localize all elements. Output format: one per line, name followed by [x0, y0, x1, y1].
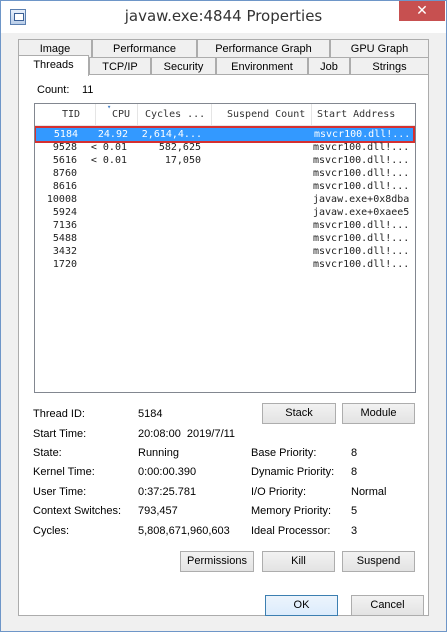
title-bar[interactable]: javaw.exe:4844 Properties ✕ — [1, 1, 446, 33]
tab-threads[interactable]: Threads — [18, 55, 89, 76]
cell-tid: 8760 — [52, 168, 77, 179]
cell-cpu: 24.92 — [97, 129, 128, 140]
thread-row[interactable]: 8616 msvcr100.dll!... — [35, 180, 415, 193]
cell-tid: 1720 — [52, 259, 77, 270]
tab-performance-graph[interactable]: Performance Graph — [197, 39, 330, 59]
cell-tid: 5616 — [52, 155, 77, 166]
column-divider[interactable] — [95, 104, 96, 126]
user-time-label: User Time: — [33, 486, 87, 498]
tab-performance[interactable]: Performance — [92, 39, 197, 59]
cell-tid: 5924 — [52, 207, 77, 218]
column-divider[interactable] — [211, 104, 212, 126]
threads-panel: Count: 11 TID ▾ CPU Cycles ... Suspend C… — [18, 74, 429, 616]
base-priority-label: Base Priority: — [251, 447, 317, 459]
properties-window: javaw.exe:4844 Properties ✕ Image Perfor… — [0, 0, 447, 632]
column-tid[interactable]: TID — [62, 109, 80, 120]
cycles-value: 5,808,671,960,603 — [138, 525, 230, 537]
threads-list[interactable]: TID ▾ CPU Cycles ... Suspend Count Start… — [34, 103, 416, 393]
kernel-time-value: 0:00:00.390 — [138, 466, 197, 478]
cell-start-address: msvcr100.dll!... — [313, 220, 410, 231]
thread-count-label: Count: — [37, 84, 70, 96]
dialog-body: Image Performance Performance Graph GPU … — [1, 33, 446, 631]
thread-row[interactable]: 7136 msvcr100.dll!... — [35, 219, 415, 232]
kernel-time-label: Kernel Time: — [33, 466, 95, 478]
thread-row[interactable]: 5488 msvcr100.dll!... — [35, 232, 415, 245]
column-cpu[interactable]: CPU — [112, 109, 130, 120]
cell-cycles: 2,614,4... — [141, 129, 202, 140]
cell-cpu: < 0.01 — [90, 155, 127, 166]
tab-gpu-graph[interactable]: GPU Graph — [330, 39, 429, 59]
ideal-processor-label: Ideal Processor: — [251, 525, 331, 537]
cell-cycles: 582,625 — [158, 142, 201, 153]
cycles-label: Cycles: — [33, 525, 70, 537]
ideal-processor-value: 3 — [351, 525, 358, 537]
sort-descending-icon: ▾ — [107, 103, 112, 111]
start-time-value: 20:08:00 2019/7/11 — [138, 428, 236, 440]
cell-start-address: msvcr100.dll!... — [313, 246, 410, 257]
cell-tid: 5184 — [53, 129, 78, 140]
thread-row[interactable]: 1720 msvcr100.dll!... — [35, 258, 415, 271]
memory-priority-label: Memory Priority: — [251, 505, 332, 517]
thread-count-value: 11 — [82, 84, 94, 96]
suspend-button[interactable]: Suspend — [342, 551, 415, 572]
cell-tid: 9528 — [52, 142, 77, 153]
cell-start-address: javaw.exe+0xaee5 — [313, 207, 410, 218]
cell-start-address: javaw.exe+0x8dba — [313, 194, 410, 205]
thread-row[interactable]: 5616 < 0.01 17,050 msvcr100.dll!... — [35, 154, 415, 167]
cell-tid: 5488 — [52, 233, 77, 244]
thread-row[interactable]: 10008 javaw.exe+0x8dba — [35, 193, 415, 206]
column-suspend-count[interactable]: Suspend Count — [227, 109, 305, 120]
column-divider[interactable] — [311, 104, 312, 126]
cell-start-address: msvcr100.dll!... — [313, 181, 410, 192]
start-time-label: Start Time: — [33, 428, 87, 440]
context-switches-value: 793,457 — [138, 505, 178, 517]
state-label: State: — [33, 447, 62, 459]
thread-row[interactable]: 5184 24.92 2,614,4... msvcr100.dll!... — [35, 126, 415, 143]
cell-start-address: msvcr100.dll!... — [313, 168, 410, 179]
column-divider[interactable] — [137, 104, 138, 126]
cell-tid: 7136 — [52, 220, 77, 231]
io-priority-value: Normal — [351, 486, 387, 498]
thread-row[interactable]: 9528 < 0.01 582,625 msvcr100.dll!... — [35, 141, 415, 154]
cell-tid: 8616 — [52, 181, 77, 192]
cell-cpu: < 0.01 — [90, 142, 127, 153]
cell-tid: 3432 — [52, 246, 77, 257]
ok-button[interactable]: OK — [265, 595, 338, 616]
memory-priority-value: 5 — [351, 505, 358, 517]
thread-row[interactable]: 5924 javaw.exe+0xaee5 — [35, 206, 415, 219]
cancel-button[interactable]: Cancel — [351, 595, 424, 616]
cell-cycles: 17,050 — [164, 155, 201, 166]
base-priority-value: 8 — [351, 447, 358, 459]
cell-start-address: msvcr100.dll!... — [313, 155, 410, 166]
threads-list-header: TID ▾ CPU Cycles ... Suspend Count Start… — [35, 104, 415, 126]
column-start-address[interactable]: Start Address — [317, 109, 395, 120]
io-priority-label: I/O Priority: — [251, 486, 307, 498]
dynamic-priority-value: 8 — [351, 466, 358, 478]
thread-row[interactable]: 8760 msvcr100.dll!... — [35, 167, 415, 180]
thread-id-label: Thread ID: — [33, 408, 85, 420]
thread-row[interactable]: 3432 msvcr100.dll!... — [35, 245, 415, 258]
state-value: Running — [138, 447, 179, 459]
permissions-button[interactable]: Permissions — [180, 551, 254, 572]
column-cycles[interactable]: Cycles ... — [145, 109, 205, 120]
window-title: javaw.exe:4844 Properties — [124, 7, 323, 25]
cell-start-address: msvcr100.dll!... — [313, 259, 410, 270]
cell-start-address: msvcr100.dll!... — [313, 233, 410, 244]
close-button[interactable]: ✕ — [399, 1, 445, 21]
stack-button[interactable]: Stack — [262, 403, 336, 424]
kill-button[interactable]: Kill — [262, 551, 335, 572]
thread-id-value: 5184 — [138, 408, 163, 420]
cell-start-address: msvcr100.dll!... — [313, 142, 410, 153]
user-time-value: 0:37:25.781 — [138, 486, 197, 498]
dynamic-priority-label: Dynamic Priority: — [251, 466, 335, 478]
cell-start-address: msvcr100.dll!... — [314, 129, 411, 140]
cell-tid: 10008 — [46, 194, 77, 205]
context-switches-label: Context Switches: — [33, 505, 122, 517]
module-button[interactable]: Module — [342, 403, 415, 424]
